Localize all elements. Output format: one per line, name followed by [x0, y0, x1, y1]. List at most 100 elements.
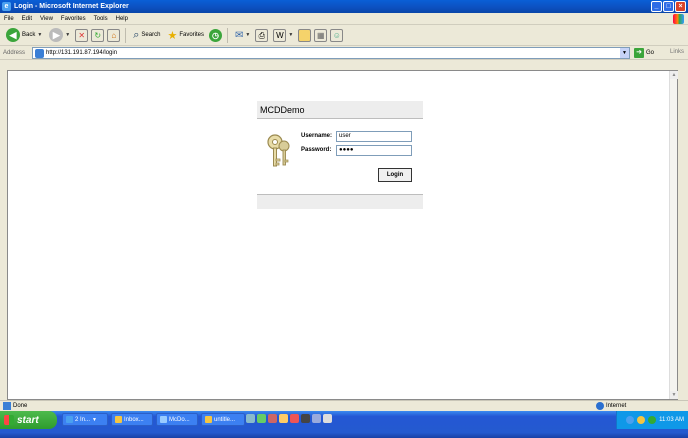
keys-icon: [267, 134, 290, 167]
search-button[interactable]: ⌕ Search: [131, 27, 162, 44]
network-icon[interactable]: [626, 416, 635, 424]
home-icon[interactable]: ⌂: [107, 28, 121, 42]
task-label: untitle...: [214, 416, 236, 423]
task-inbox[interactable]: Inbox...: [111, 413, 153, 426]
quick-launch-icon[interactable]: [290, 414, 299, 423]
quick-launch-icon[interactable]: [323, 414, 332, 423]
quick-launch-icon[interactable]: [257, 414, 266, 423]
favorites-button[interactable]: ★ Favorites: [165, 27, 206, 44]
panel-footer: [257, 194, 423, 209]
taskbar: start 2 In... ▼ Inbox... McDo... untitle…: [0, 411, 688, 438]
quick-launch-icon[interactable]: [312, 414, 321, 423]
back-button[interactable]: ◀ Back ▼: [4, 27, 44, 44]
mail-icon: ✉: [235, 29, 244, 41]
forward-button[interactable]: ▶ ▼: [47, 27, 72, 44]
go-label: Go: [646, 50, 655, 56]
task-label: McDo...: [169, 416, 190, 423]
vertical-scrollbar[interactable]: ▲ ▼: [669, 71, 678, 399]
back-label: Back: [22, 32, 36, 38]
command-prompt-icon[interactable]: [301, 414, 310, 423]
menu-bar: File Edit View Favorites Tools Help: [0, 13, 688, 25]
tray-icon[interactable]: [648, 416, 657, 424]
ie-icon: e: [2, 2, 11, 11]
favorites-label: Favorites: [179, 32, 204, 38]
quick-launch: [246, 414, 332, 423]
window-title: Login - Microsoft Internet Explorer: [14, 3, 129, 10]
app-icon: [160, 416, 167, 423]
go-arrow-icon: ➜: [634, 48, 644, 58]
edit-button[interactable]: W ▼: [271, 27, 295, 44]
username-label: Username:: [301, 133, 333, 139]
go-button[interactable]: ➜ Go: [634, 48, 654, 58]
page-content: MCDDemo Username: user Password: ●●●● Lo…: [7, 70, 678, 400]
task-label: Inbox...: [124, 416, 144, 423]
mail-button[interactable]: ✉ ▼: [233, 27, 252, 44]
close-button[interactable]: ×: [675, 1, 686, 12]
quick-launch-icon[interactable]: [268, 414, 277, 423]
edit-icon: W: [273, 28, 287, 42]
menu-tools[interactable]: Tools: [90, 16, 112, 22]
search-label: Search: [141, 32, 161, 38]
star-icon: ★: [167, 29, 178, 42]
search-icon: ⌕: [133, 28, 140, 41]
address-input[interactable]: http://131.191.87.194/login ▼: [32, 47, 630, 59]
folder-icon[interactable]: [298, 28, 312, 42]
task-list: 2 In... ▼ Inbox... McDo... untitle...: [62, 413, 245, 426]
back-arrow-icon: ◀: [6, 28, 20, 42]
login-panel: MCDDemo Username: user Password: ●●●● Lo…: [257, 101, 423, 209]
messenger-icon[interactable]: ☺: [330, 28, 344, 42]
status-bar: Done Internet: [0, 400, 688, 411]
quick-launch-icon[interactable]: [246, 414, 255, 423]
paint-icon: [205, 416, 212, 423]
chevron-down-icon: ▼: [245, 32, 251, 38]
password-label: Password:: [301, 147, 332, 153]
address-label: Address: [3, 49, 26, 56]
security-zone: Internet: [596, 402, 626, 410]
zone-label: Internet: [606, 403, 627, 409]
research-icon[interactable]: ▦: [314, 28, 328, 42]
menu-help[interactable]: Help: [112, 16, 132, 22]
scroll-up-icon[interactable]: ▲: [670, 71, 678, 79]
quick-launch-icon[interactable]: [279, 414, 288, 423]
chevron-down-icon: ▼: [37, 32, 43, 38]
username-field[interactable]: user: [336, 131, 412, 142]
toolbar-separator: [227, 27, 228, 43]
login-button[interactable]: Login: [378, 168, 412, 182]
chevron-down-icon: ▼: [65, 32, 71, 38]
window-title-bar[interactable]: e Login - Microsoft Internet Explorer _ …: [0, 0, 688, 13]
system-tray: 11:03 AM: [616, 411, 688, 429]
ie-icon: [66, 416, 73, 423]
toolbar-separator: [125, 27, 127, 43]
address-url: http://131.191.87.194/login: [46, 50, 118, 56]
globe-icon: [596, 402, 604, 410]
menu-favorites[interactable]: Favorites: [57, 16, 90, 22]
task-ie-group[interactable]: 2 In... ▼: [62, 413, 108, 426]
minimize-button[interactable]: _: [651, 1, 662, 12]
menu-file[interactable]: File: [0, 16, 18, 22]
page-done-icon: [3, 402, 11, 410]
start-label: start: [17, 414, 39, 426]
chevron-down-icon[interactable]: ▼: [620, 48, 629, 58]
status-text: Done: [13, 403, 28, 409]
print-icon[interactable]: ⎙: [255, 28, 269, 42]
maximize-button[interactable]: □: [663, 1, 674, 12]
page-icon: [35, 48, 44, 58]
links-button[interactable]: Links: [670, 49, 684, 55]
chevron-down-icon: ▼: [92, 416, 97, 423]
forward-arrow-icon: ▶: [49, 28, 64, 42]
chevron-down-icon: ▼: [288, 32, 294, 38]
history-icon[interactable]: ◷: [209, 28, 222, 42]
stop-icon[interactable]: ✕: [75, 28, 89, 42]
menu-edit[interactable]: Edit: [18, 16, 36, 22]
address-bar: Address http://131.191.87.194/login ▼ ➜ …: [0, 46, 688, 60]
scroll-down-icon[interactable]: ▼: [670, 391, 678, 399]
task-label: 2 In...: [75, 416, 91, 423]
task-mcdo[interactable]: McDo...: [156, 413, 198, 426]
password-field[interactable]: ●●●●: [336, 145, 412, 156]
refresh-icon[interactable]: ↻: [91, 28, 105, 42]
start-button[interactable]: start: [0, 411, 57, 429]
task-untitled[interactable]: untitle...: [201, 413, 245, 426]
windows-flag-icon: [4, 415, 14, 425]
menu-view[interactable]: View: [36, 16, 57, 22]
tray-icon[interactable]: [637, 416, 646, 424]
